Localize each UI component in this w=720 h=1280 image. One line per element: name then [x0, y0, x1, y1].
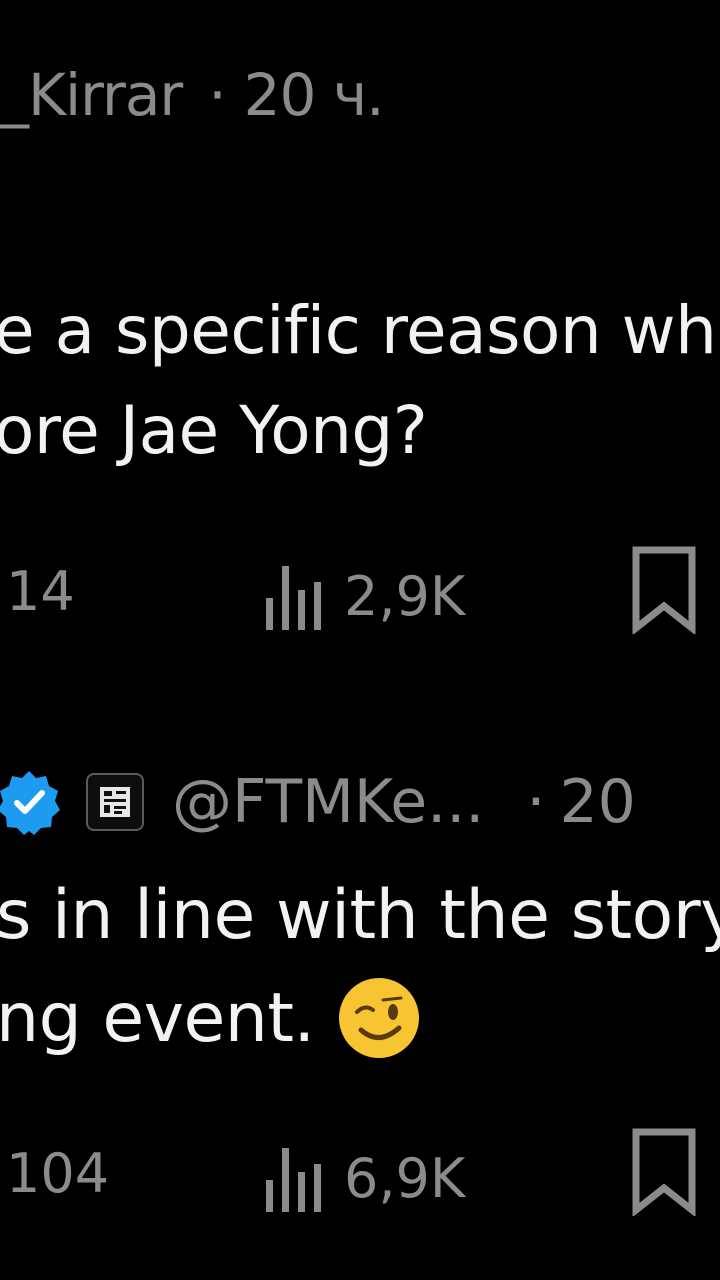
bookmark-icon: [632, 1128, 696, 1218]
affiliate-badge-icon: [86, 773, 144, 831]
verified-badge-icon: [0, 771, 60, 835]
winking-face-emoji: [338, 978, 419, 1058]
views-button[interactable]: 2,9K: [262, 560, 465, 632]
tweet-1-text-line-2: ore Jae Yong?: [0, 392, 428, 469]
tweet-2-header: @FTMKe... · 20: [0, 764, 636, 840]
reply-count[interactable]: 104: [6, 1142, 109, 1205]
tweet-2-text-line-2: ng event.: [0, 976, 421, 1060]
views-count: 6,9K: [344, 1146, 466, 1210]
tweet-1-text-line-1: e a specific reason wh: [0, 292, 717, 369]
tweet-1-header: _Kirrar · 20 ч.: [0, 60, 385, 130]
author-handle[interactable]: @FTMKe...: [172, 767, 484, 837]
tweet-2-text-line-1: s in line with the story: [0, 876, 720, 955]
reply-count-value: 104: [6, 1142, 110, 1205]
reply-count[interactable]: 14: [6, 560, 75, 623]
bookmark-button[interactable]: [628, 1126, 700, 1220]
bookmark-button[interactable]: [628, 544, 700, 638]
timestamp[interactable]: 20: [559, 767, 635, 837]
reply-count-value: 14: [6, 560, 75, 623]
author-name[interactable]: _Kirrar: [0, 61, 183, 129]
tweet-2-text-line-2-text: ng event.: [0, 978, 315, 1058]
timestamp[interactable]: 20 ч.: [244, 61, 385, 129]
bookmark-icon: [632, 546, 696, 636]
separator-dot: ·: [526, 767, 546, 837]
views-button[interactable]: 6,9K: [262, 1142, 465, 1214]
views-icon: [266, 566, 321, 630]
views-icon: [266, 1148, 321, 1212]
views-count: 2,9K: [344, 564, 466, 628]
separator-dot: ·: [208, 61, 226, 129]
